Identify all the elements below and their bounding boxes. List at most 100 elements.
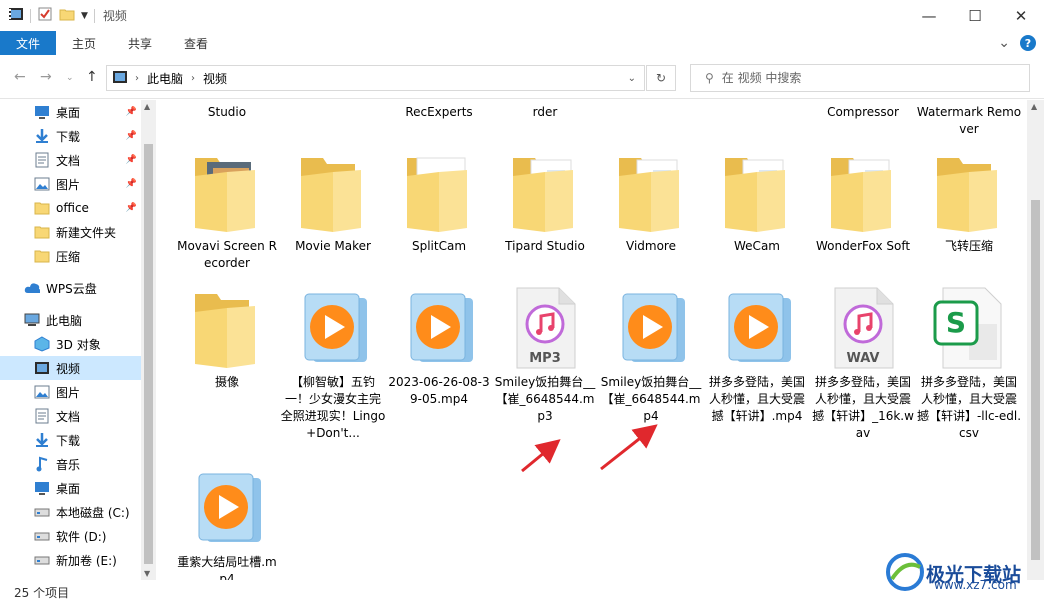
file-item-partial[interactable]: Compressor — [810, 102, 916, 121]
up-icon[interactable]: ↑ — [86, 69, 98, 85]
file-item[interactable]: WeCam — [704, 148, 810, 255]
sidebar-item[interactable]: 桌面 📌 — [0, 100, 141, 124]
pin-icon[interactable]: 📌 — [126, 179, 137, 189]
sidebar-item[interactable]: 下载 — [0, 428, 141, 452]
sidebar-item[interactable]: 图片 — [0, 380, 141, 404]
sidebar-item[interactable]: 新加卷 (E:) — [0, 548, 141, 572]
expand-ribbon-icon[interactable]: ⌄ — [998, 35, 1010, 51]
file-view-scrollbar[interactable]: ▲ — [1027, 100, 1044, 580]
address-bar[interactable]: › 此电脑 › 视频 ⌄ — [106, 65, 645, 91]
file-item-partial[interactable]: rder — [492, 102, 598, 121]
file-item[interactable]: Vidmore — [598, 148, 704, 255]
recent-locations-icon[interactable]: ⌄ — [66, 73, 74, 83]
file-item[interactable]: WAV 拼多多登陆，美国人秒懂，且大受震撼【轩讲】_16k.wav — [810, 284, 916, 442]
address-dropdown-icon[interactable]: ⌄ — [628, 73, 636, 84]
file-item-label: rder — [532, 105, 558, 119]
sidebar-item[interactable]: 本地磁盘 (C:) — [0, 500, 141, 524]
sidebar-item-label: 桌面 — [56, 481, 81, 496]
file-item[interactable]: 【柳智敏】五钓一！少女漫女主完全照进现实！Lingo+Don't... — [280, 284, 386, 442]
file-item[interactable]: Smiley饭拍舞台__【崔_6648544.mp4 — [598, 284, 704, 425]
navigation-pane: 桌面 📌 下载 📌 文档 📌 图片 📌 office 📌 新建文件夹 压缩 WPS云盘 此电脑 3D 对象视… — [0, 100, 141, 580]
sidebar-item[interactable]: WPS云盘 — [0, 276, 141, 300]
tab-view[interactable]: 查看 — [168, 31, 224, 55]
sidebar-item[interactable]: 桌面 — [0, 476, 141, 500]
media-file-icon — [611, 284, 691, 372]
close-button[interactable]: ✕ — [998, 0, 1044, 31]
help-icon[interactable]: ? — [1020, 35, 1036, 51]
file-item[interactable]: 拼多多登陆，美国人秒懂，且大受震撼【轩讲】.mp4 — [704, 284, 810, 425]
sidebar-item[interactable]: office 📌 — [0, 196, 141, 220]
back-icon[interactable]: ← — [14, 69, 26, 85]
breadcrumb-videos[interactable]: 视频 — [203, 70, 227, 87]
sidebar-item[interactable]: 视频 — [0, 356, 141, 380]
sidebar-item[interactable]: 软件 (D:) — [0, 524, 141, 548]
tab-share[interactable]: 共享 — [112, 31, 168, 55]
quick-access-toolbar: ▼ — [8, 6, 95, 25]
forward-icon[interactable]: → — [40, 69, 52, 85]
file-view-scrollbar-thumb[interactable] — [1031, 200, 1040, 560]
breadcrumb-separator-icon: › — [135, 72, 139, 84]
file-item[interactable]: WonderFox Soft — [810, 148, 916, 255]
file-item-label: 拼多多登陆，美国人秒懂，且大受震撼【轩讲】-llc-edl.csv — [916, 375, 1022, 440]
tab-file[interactable]: 文件 — [0, 31, 57, 55]
download-icon — [34, 128, 50, 144]
pin-icon[interactable]: 📌 — [126, 155, 137, 165]
file-item[interactable]: MP3 Smiley饭拍舞台__【崔_6648544.mp3 — [492, 284, 598, 425]
scroll-down-icon[interactable]: ▼ — [144, 569, 150, 578]
search-input[interactable] — [721, 71, 1002, 85]
folder-icon — [717, 148, 797, 236]
refresh-button[interactable]: ↻ — [646, 65, 676, 91]
3d-objects-icon — [34, 336, 50, 352]
pin-icon[interactable]: 📌 — [126, 203, 137, 213]
sidebar-item[interactable]: 3D 对象 — [0, 332, 141, 356]
scroll-up-icon[interactable]: ▲ — [144, 102, 150, 111]
sidebar-item-label: 桌面 — [56, 105, 81, 120]
file-item-partial[interactable]: Watermark Remover — [916, 102, 1022, 138]
maximize-button[interactable]: ☐ — [952, 0, 998, 31]
file-item-label: Compressor — [827, 105, 899, 119]
file-item[interactable]: 飞转压缩 — [916, 148, 1022, 255]
cloud-icon — [24, 280, 40, 296]
sidebar-item[interactable]: 压缩 — [0, 244, 141, 268]
file-item[interactable]: 摄像 — [174, 284, 280, 391]
sidebar-item-label: 软件 (D:) — [56, 529, 107, 544]
search-box[interactable]: ⚲ — [690, 64, 1030, 92]
sidebar-item[interactable]: 音乐 — [0, 452, 141, 476]
customize-toolbar-icon[interactable]: ▼ — [81, 11, 88, 21]
file-item-partial[interactable]: RecExperts — [386, 102, 492, 121]
file-view: Studio RecExperts rder Compressor Watermark … — [158, 100, 1026, 580]
sidebar-item[interactable]: 图片 📌 — [0, 172, 141, 196]
breadcrumb-this-pc[interactable]: 此电脑 — [147, 70, 183, 87]
sidebar-item-label: 压缩 — [56, 249, 81, 264]
file-item[interactable]: 重紫大结局吐槽.mp4 — [174, 464, 280, 580]
navigation-scrollbar[interactable]: ▲ ▼ — [141, 100, 156, 580]
file-item-label: 【柳智敏】五钓一！少女漫女主完全照进现实！Lingo+Don't... — [280, 375, 386, 440]
sidebar-item[interactable]: 此电脑 — [0, 308, 141, 332]
sidebar-item[interactable]: 新建文件夹 — [0, 220, 141, 244]
minimize-button[interactable]: — — [906, 0, 952, 31]
new-folder-icon[interactable] — [59, 6, 75, 25]
sidebar-item[interactable]: 文档 📌 — [0, 148, 141, 172]
desktop-icon — [34, 480, 50, 496]
pin-icon[interactable]: 📌 — [126, 107, 137, 117]
tab-home[interactable]: 主页 — [56, 31, 112, 55]
file-item[interactable]: Movie Maker — [280, 148, 386, 255]
file-item-label: 2023-06-26-08-39-05.mp4 — [388, 375, 490, 406]
file-item[interactable]: Tipard Studio — [492, 148, 598, 255]
properties-check-icon[interactable] — [37, 6, 53, 25]
file-item[interactable]: S 拼多多登陆，美国人秒懂，且大受震撼【轩讲】-llc-edl.csv — [916, 284, 1022, 442]
navigation-scrollbar-thumb[interactable] — [144, 144, 153, 564]
file-item-label: Smiley饭拍舞台__【崔_6648544.mp3 — [494, 375, 596, 423]
sidebar-item[interactable]: 文档 — [0, 404, 141, 428]
file-item-partial[interactable]: Studio — [174, 102, 280, 121]
scroll-up-icon[interactable]: ▲ — [1031, 102, 1037, 111]
pin-icon[interactable]: 📌 — [126, 131, 137, 141]
audio-file-icon: WAV — [823, 284, 903, 372]
file-item[interactable]: 2023-06-26-08-39-05.mp4 — [386, 284, 492, 408]
sidebar-item[interactable]: 下载 📌 — [0, 124, 141, 148]
file-item[interactable]: Movavi Screen Recorder — [174, 148, 280, 272]
refresh-icon: ↻ — [655, 71, 667, 85]
file-item[interactable]: SplitCam — [386, 148, 492, 255]
folder-icon — [929, 148, 1009, 236]
sidebar-item-label: 视频 — [56, 361, 81, 376]
